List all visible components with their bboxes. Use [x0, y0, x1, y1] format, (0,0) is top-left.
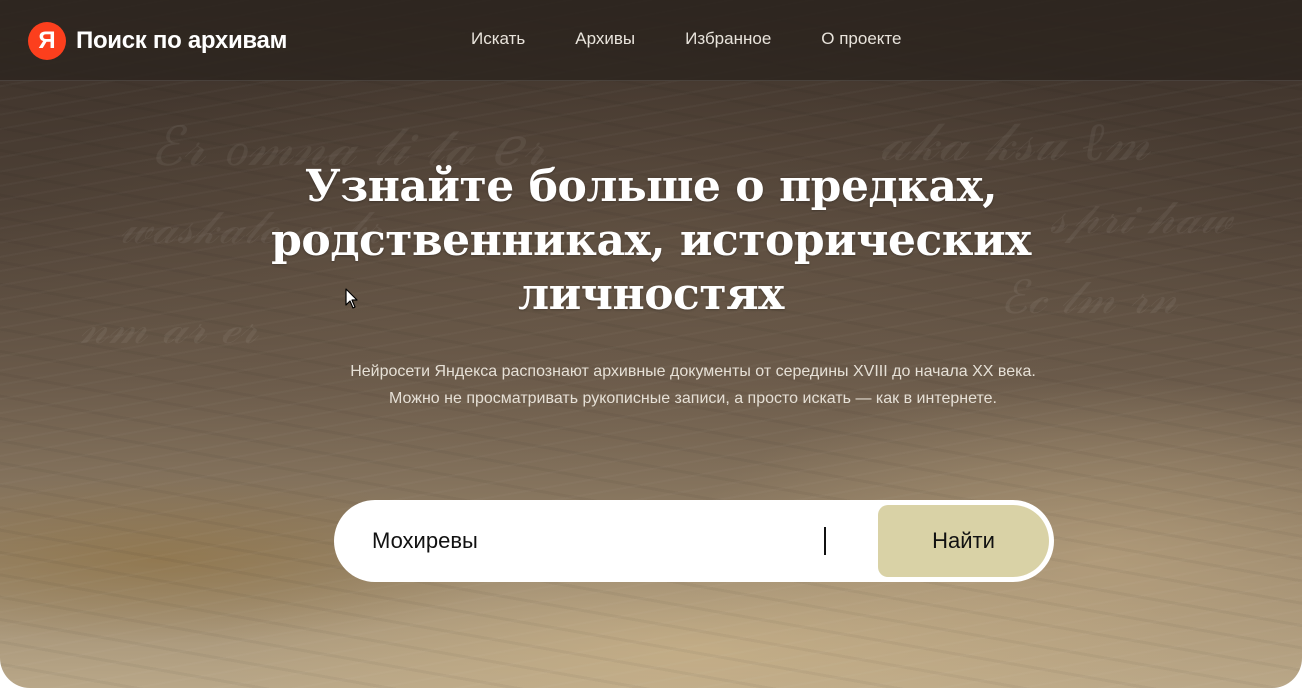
search-input[interactable]	[372, 522, 862, 560]
nav-item-search[interactable]: Искать	[471, 29, 525, 49]
hero-title-line: личностях	[518, 269, 784, 320]
site-title: Поиск по архивам	[76, 27, 288, 54]
hero-subtitle-line: Нейросети Яндекса распознают архивные до…	[350, 363, 1036, 380]
main-nav: Искать Архивы Избранное О проекте	[471, 29, 951, 49]
site-logo[interactable]: Я Поиск по архивам	[28, 22, 287, 60]
text-caret	[824, 527, 826, 555]
nav-item-about[interactable]: О проекте	[821, 29, 901, 49]
hero-title-line: родственниках, исторических	[271, 215, 1031, 266]
mouse-pointer-icon	[345, 288, 359, 315]
search-form: Найти	[334, 500, 1054, 582]
page: ℰ𝓇 ℴ𝓂𝓃𝒶 𝓁𝒾 𝓉𝒶 ℯ𝓇 𝓌𝒶𝓈𝓀𝒶𝓁𝒸 ℴℯ 𝒷𝓇 𝒶𝓀𝒶 𝓀𝓈𝓊 ℓ…	[0, 0, 1302, 688]
nav-item-favorites[interactable]: Избранное	[685, 29, 771, 49]
hero-background: ℰ𝓇 ℴ𝓂𝓃𝒶 𝓁𝒾 𝓉𝒶 ℯ𝓇 𝓌𝒶𝓈𝓀𝒶𝓁𝒸 ℴℯ 𝒷𝓇 𝒶𝓀𝒶 𝓀𝓈𝓊 ℓ…	[0, 0, 1302, 688]
search-button[interactable]: Найти	[878, 505, 1049, 577]
hero-subtitle: Нейросети Яндекса распознают архивные до…	[240, 358, 1146, 412]
top-navigation-bar: Я Поиск по архивам Искать Архивы Избранн…	[0, 0, 1302, 81]
hero-title-line: Узнайте больше о предках,	[304, 161, 998, 212]
hero-subtitle-line: Можно не просматривать рукописные записи…	[389, 390, 997, 407]
nav-item-archives[interactable]: Архивы	[575, 29, 635, 49]
yandex-logo-icon: Я	[28, 22, 66, 60]
hero-title: Узнайте больше о предках, родственниках,…	[200, 160, 1102, 322]
